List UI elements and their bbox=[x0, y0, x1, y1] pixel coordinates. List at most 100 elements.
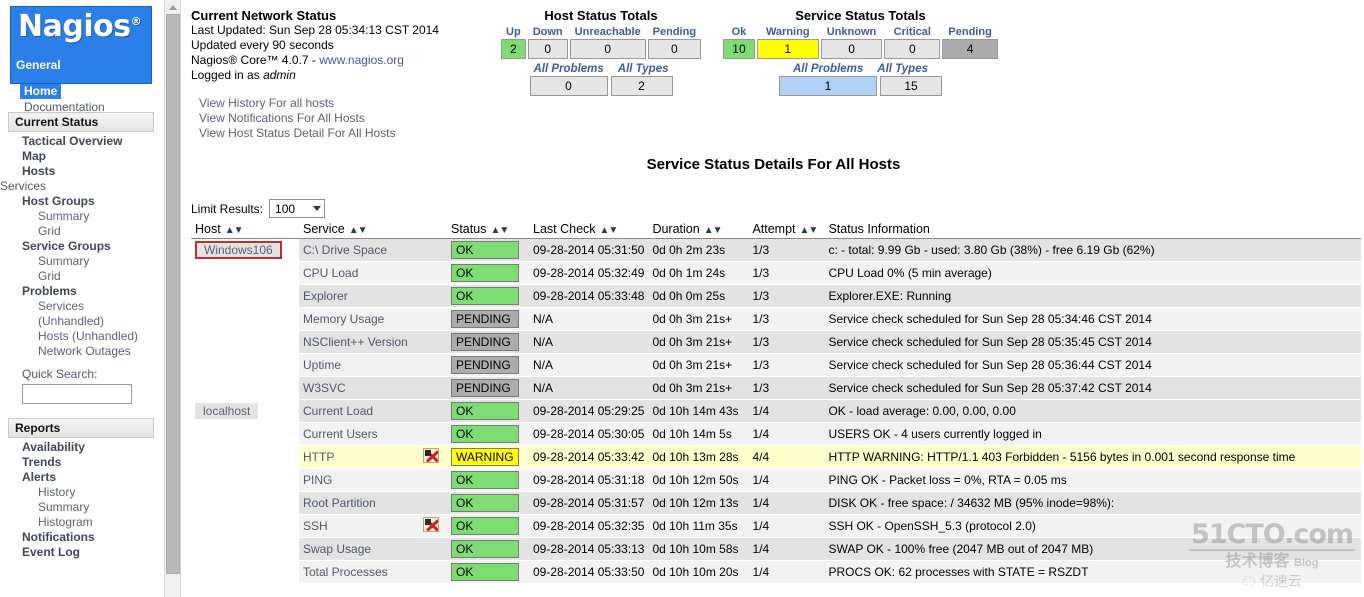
sidebar-scrollbar[interactable] bbox=[164, 0, 181, 597]
cell-service[interactable]: PING bbox=[299, 468, 447, 492]
service-link[interactable]: Explorer bbox=[303, 289, 348, 303]
sidebar-item-home[interactable]: Home bbox=[20, 84, 62, 99]
cell-service[interactable]: CPU Load bbox=[299, 261, 447, 285]
service-link[interactable]: Swap Usage bbox=[303, 542, 371, 556]
nagios-logo[interactable]: Nagios® General bbox=[10, 6, 152, 84]
cell-service[interactable]: C:\ Drive Space bbox=[299, 238, 447, 262]
cell-status: OK bbox=[447, 422, 529, 446]
sidebar-item-notifications[interactable]: Notifications bbox=[0, 530, 162, 545]
service-link[interactable]: Current Load bbox=[303, 404, 373, 418]
sidebar-item-alerts[interactable]: Alerts bbox=[0, 470, 162, 485]
host-count-all-types[interactable]: 2 bbox=[610, 76, 673, 96]
scroll-up-arrow-icon[interactable] bbox=[165, 0, 180, 14]
sidebar-item-documentation[interactable]: Documentation bbox=[24, 100, 105, 114]
sidebar-item-alert-history[interactable]: History bbox=[0, 485, 162, 500]
table-row: localhost Current Load OK 09-28-2014 05:29:… bbox=[191, 399, 1361, 423]
service-link[interactable]: Total Processes bbox=[303, 565, 388, 579]
cell-host[interactable]: Windows106 bbox=[191, 238, 299, 262]
service-link[interactable]: Current Users bbox=[303, 427, 378, 441]
cell-service[interactable]: NSClient++ Version bbox=[299, 330, 447, 354]
column-header-service[interactable]: Service ▲▼ bbox=[299, 222, 447, 239]
sidebar-item-alert-summary[interactable]: Summary bbox=[0, 500, 162, 515]
sort-arrows-icon[interactable]: ▲▼ bbox=[704, 225, 723, 236]
service-count-pending[interactable]: 4 bbox=[942, 39, 999, 59]
sidebar-item-alert-histogram[interactable]: Histogram bbox=[0, 515, 162, 530]
sidebar-item-problem-services-unhandled[interactable]: (Unhandled) bbox=[0, 314, 162, 329]
sidebar-item-tactical-overview[interactable]: Tactical Overview bbox=[0, 134, 162, 149]
sidebar-item-trends[interactable]: Trends bbox=[0, 455, 162, 470]
service-count-critical[interactable]: 0 bbox=[884, 39, 941, 59]
table-row: Root Partition OK 09-28-2014 05:31:57 0d 10… bbox=[191, 491, 1361, 515]
service-link[interactable]: CPU Load bbox=[303, 266, 358, 280]
service-link[interactable]: HTTP bbox=[303, 450, 334, 464]
host-link[interactable]: Windows106 bbox=[195, 241, 282, 259]
service-count-all-types[interactable]: 15 bbox=[880, 76, 942, 96]
service-link[interactable]: C:\ Drive Space bbox=[303, 243, 387, 257]
cell-service[interactable]: HTTP bbox=[299, 445, 447, 469]
column-header-status[interactable]: Status ▲▼ bbox=[447, 222, 529, 239]
cell-service[interactable]: Root Partition bbox=[299, 491, 447, 515]
sidebar-item-hosts[interactable]: Hosts bbox=[0, 164, 162, 179]
sidebar-section-reports: Reports bbox=[8, 418, 154, 438]
sort-arrows-icon[interactable]: ▲▼ bbox=[800, 225, 819, 236]
service-count-all-problems[interactable]: 1 bbox=[779, 76, 877, 96]
cell-host[interactable]: localhost bbox=[191, 399, 299, 423]
cell-service[interactable]: Uptime bbox=[299, 353, 447, 377]
limit-results-select[interactable]: 100 bbox=[269, 199, 326, 218]
service-link[interactable]: Uptime bbox=[303, 358, 341, 372]
host-count-down[interactable]: 0 bbox=[527, 39, 568, 59]
view-notifications-link[interactable]: View Notifications For All Hosts bbox=[199, 111, 491, 126]
host-count-up[interactable]: 2 bbox=[501, 39, 526, 59]
column-header-host[interactable]: Host ▲▼ bbox=[191, 222, 299, 239]
cell-service[interactable]: Total Processes bbox=[299, 560, 447, 584]
cell-service[interactable]: Current Users bbox=[299, 422, 447, 446]
scrollbar-thumb[interactable] bbox=[166, 14, 180, 574]
host-summary-headers: All Problems All Types bbox=[501, 63, 701, 75]
cell-last-check: 09-28-2014 05:31:18 bbox=[529, 468, 649, 492]
sidebar-item-event-log[interactable]: Event Log bbox=[0, 545, 162, 560]
service-count-unknown[interactable]: 0 bbox=[820, 39, 883, 59]
sort-arrows-icon[interactable]: ▲▼ bbox=[490, 225, 509, 236]
sidebar-item-services[interactable]: Services bbox=[0, 179, 46, 193]
sidebar-item-servicegroup-grid[interactable]: Grid bbox=[0, 269, 162, 284]
service-link[interactable]: PING bbox=[303, 473, 332, 487]
sidebar-item-availability[interactable]: Availability bbox=[0, 440, 162, 455]
cell-service[interactable]: W3SVC bbox=[299, 376, 447, 400]
cell-service[interactable]: Explorer bbox=[299, 284, 447, 308]
sidebar-item-network-outages[interactable]: Network Outages bbox=[0, 344, 162, 359]
cell-service[interactable]: Memory Usage bbox=[299, 307, 447, 331]
host-link[interactable]: localhost bbox=[195, 403, 259, 419]
quick-search-input[interactable] bbox=[22, 384, 132, 404]
sort-arrows-icon[interactable]: ▲▼ bbox=[225, 225, 244, 236]
service-link[interactable]: Root Partition bbox=[303, 496, 376, 510]
view-history-link[interactable]: View History For all hosts bbox=[199, 96, 491, 111]
host-count-pending[interactable]: 0 bbox=[647, 39, 701, 59]
column-header-attempt[interactable]: Attempt ▲▼ bbox=[748, 222, 825, 239]
service-link[interactable]: Memory Usage bbox=[303, 312, 384, 326]
service-link[interactable]: NSClient++ Version bbox=[303, 335, 408, 349]
sort-arrows-icon[interactable]: ▲▼ bbox=[349, 225, 368, 236]
view-host-status-detail-link[interactable]: View Host Status Detail For All Hosts bbox=[199, 126, 491, 141]
sidebar-item-hostgroup-summary[interactable]: Summary bbox=[0, 209, 162, 224]
sidebar-item-problem-services[interactable]: Services bbox=[0, 299, 162, 314]
host-count-all-problems[interactable]: 0 bbox=[529, 76, 608, 96]
service-link[interactable]: W3SVC bbox=[303, 381, 346, 395]
sidebar-item-problem-hosts-unhandled[interactable]: Hosts (Unhandled) bbox=[0, 329, 162, 344]
service-link[interactable]: SSH bbox=[303, 519, 328, 533]
nagios-org-link[interactable]: www.nagios.org bbox=[319, 53, 404, 67]
sidebar-item-map[interactable]: Map bbox=[0, 149, 162, 164]
host-count-unreachable[interactable]: 0 bbox=[569, 39, 646, 59]
column-header-duration[interactable]: Duration ▲▼ bbox=[648, 222, 749, 239]
sidebar-item-host-groups[interactable]: Host Groups bbox=[0, 194, 162, 209]
service-count-warning[interactable]: 1 bbox=[756, 39, 819, 59]
sidebar-item-hostgroup-grid[interactable]: Grid bbox=[0, 224, 162, 239]
sidebar-item-servicegroup-summary[interactable]: Summary bbox=[0, 254, 162, 269]
cell-service[interactable]: Current Load bbox=[299, 399, 447, 423]
sidebar-item-problems[interactable]: Problems bbox=[0, 284, 162, 299]
cell-service[interactable]: Swap Usage bbox=[299, 537, 447, 561]
column-header-last-check[interactable]: Last Check ▲▼ bbox=[529, 222, 649, 239]
sidebar-item-service-groups[interactable]: Service Groups bbox=[0, 239, 162, 254]
cell-service[interactable]: SSH bbox=[299, 514, 447, 538]
sort-arrows-icon[interactable]: ▲▼ bbox=[600, 225, 619, 236]
service-count-ok[interactable]: 10 bbox=[723, 39, 755, 59]
